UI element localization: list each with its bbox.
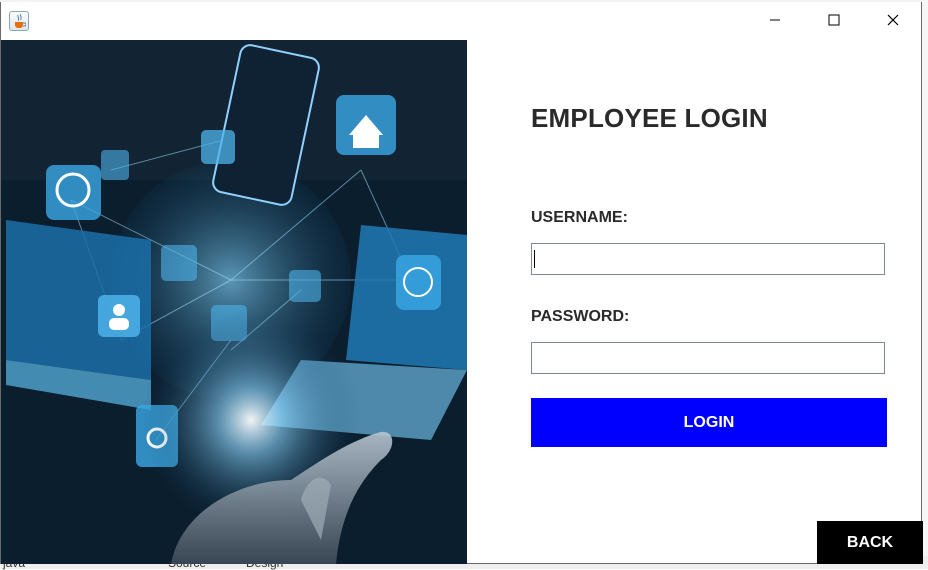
maximize-button[interactable]: [805, 2, 863, 38]
title-bar[interactable]: [1, 2, 921, 38]
login-button[interactable]: LOGIN: [531, 398, 887, 447]
java-cup-icon[interactable]: [9, 11, 29, 31]
back-button[interactable]: BACK: [817, 521, 923, 564]
maximize-icon: [828, 14, 840, 26]
page-title: EMPLOYEE LOGIN: [531, 103, 768, 133]
ide-right-edge: [922, 0, 928, 569]
password-label: PASSWORD:: [531, 308, 630, 325]
tech-network-hand-image: [1, 40, 467, 564]
username-field[interactable]: [531, 243, 885, 275]
text-caret: [534, 250, 535, 268]
close-button[interactable]: [864, 2, 922, 38]
password-field[interactable]: [531, 342, 885, 374]
minimize-button[interactable]: [746, 2, 804, 38]
close-icon: [887, 14, 899, 26]
login-window: EMPLOYEE LOGIN USERNAME: PASSWORD: LOGIN…: [0, 2, 923, 564]
minimize-icon: [770, 19, 780, 21]
username-label: USERNAME:: [531, 209, 628, 226]
